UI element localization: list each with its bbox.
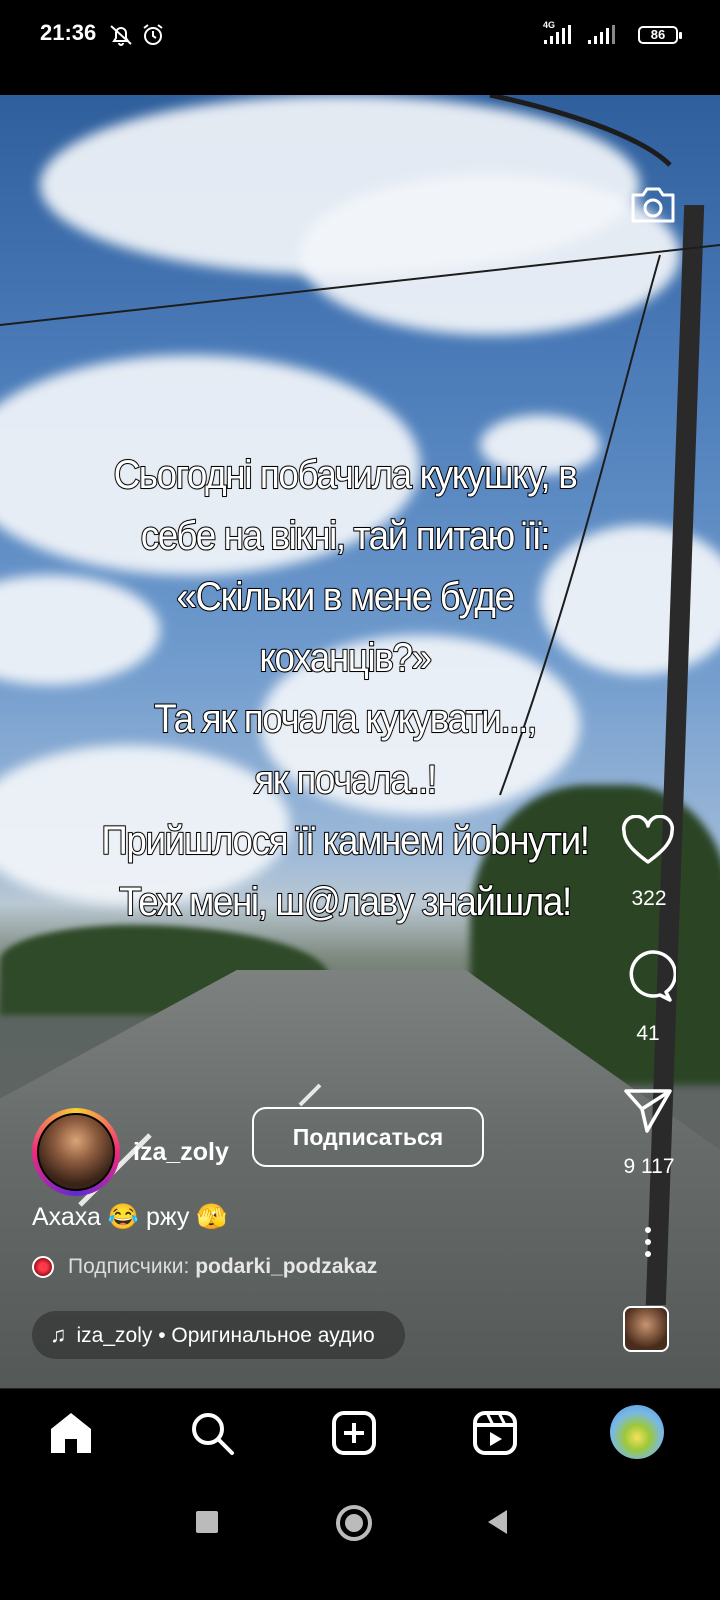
subscribers-label: Подписчики:	[68, 1255, 190, 1278]
bell-off-icon	[110, 25, 132, 46]
subscriber-badge-icon	[32, 1256, 54, 1279]
create-icon[interactable]	[328, 1407, 380, 1459]
like-button[interactable]	[618, 814, 678, 872]
author-username[interactable]: iza_zoly	[133, 1138, 229, 1167]
send-icon	[624, 1089, 672, 1133]
status-bar: 21:36 4G 86	[0, 0, 720, 95]
battery-icon: 86	[638, 26, 682, 44]
overlay-line: себе на вікні, тай питаю її:	[140, 513, 552, 559]
heart-icon	[622, 814, 674, 864]
more-options-button[interactable]	[618, 1225, 678, 1266]
subscribers-account[interactable]: podarki_podzakaz	[195, 1255, 377, 1278]
status-time: 21:36	[40, 20, 97, 45]
system-nav-bar	[0, 1483, 720, 1600]
alarm-icon	[143, 24, 163, 45]
subscribers-line[interactable]: Подписчики: podarki_podzakaz	[32, 1255, 377, 1279]
back-icon[interactable]	[485, 1508, 511, 1536]
follow-button[interactable]: Подписаться	[252, 1107, 484, 1167]
overlay-line: Та як почала кукувати...,	[153, 696, 538, 742]
audio-attribution[interactable]: ♫ iza_zoly • Оригинальное аудио	[32, 1311, 405, 1359]
signal-4g-icon	[544, 25, 571, 44]
audio-thumbnail[interactable]	[623, 1306, 669, 1352]
share-button[interactable]	[618, 1085, 678, 1140]
reel-overlay-text: Сьогодні побачила кукушку, в себе на вік…	[64, 445, 625, 933]
reels-icon[interactable]	[469, 1407, 521, 1459]
overlay-line: Теж мені, ш@лаву знайшла!	[118, 879, 573, 925]
overlay-line: Сьогодні побачила кукушку, в	[113, 452, 579, 498]
comment-count: 41	[636, 1022, 660, 1045]
recents-icon[interactable]	[196, 1511, 218, 1533]
home-icon[interactable]	[45, 1407, 97, 1459]
audio-label: iza_zoly • Оригинальное аудио	[76, 1324, 375, 1347]
comment-icon	[629, 950, 677, 1002]
bottom-nav	[0, 1388, 720, 1484]
more-vertical-icon	[645, 1227, 651, 1257]
signal-icon	[588, 25, 615, 44]
profile-avatar[interactable]	[610, 1405, 664, 1459]
comment-button[interactable]	[618, 948, 678, 1009]
overlay-line: як почала..!	[253, 757, 438, 803]
overlay-line: коханців?»	[258, 635, 432, 681]
home-system-icon[interactable]	[336, 1505, 372, 1541]
search-icon[interactable]	[186, 1407, 238, 1459]
share-count: 9 117	[623, 1155, 675, 1178]
like-count: 322	[631, 887, 667, 910]
reel-caption[interactable]: Ахаха 😂 ржу 🫣	[32, 1203, 227, 1232]
overlay-line: Прийшлося її камнем йоbнути!	[100, 818, 591, 864]
music-note-icon: ♫	[50, 1322, 67, 1347]
avatar[interactable]	[37, 1113, 115, 1191]
camera-icon[interactable]	[628, 180, 678, 230]
overlay-line: «Скільки в мене буде	[175, 574, 515, 620]
